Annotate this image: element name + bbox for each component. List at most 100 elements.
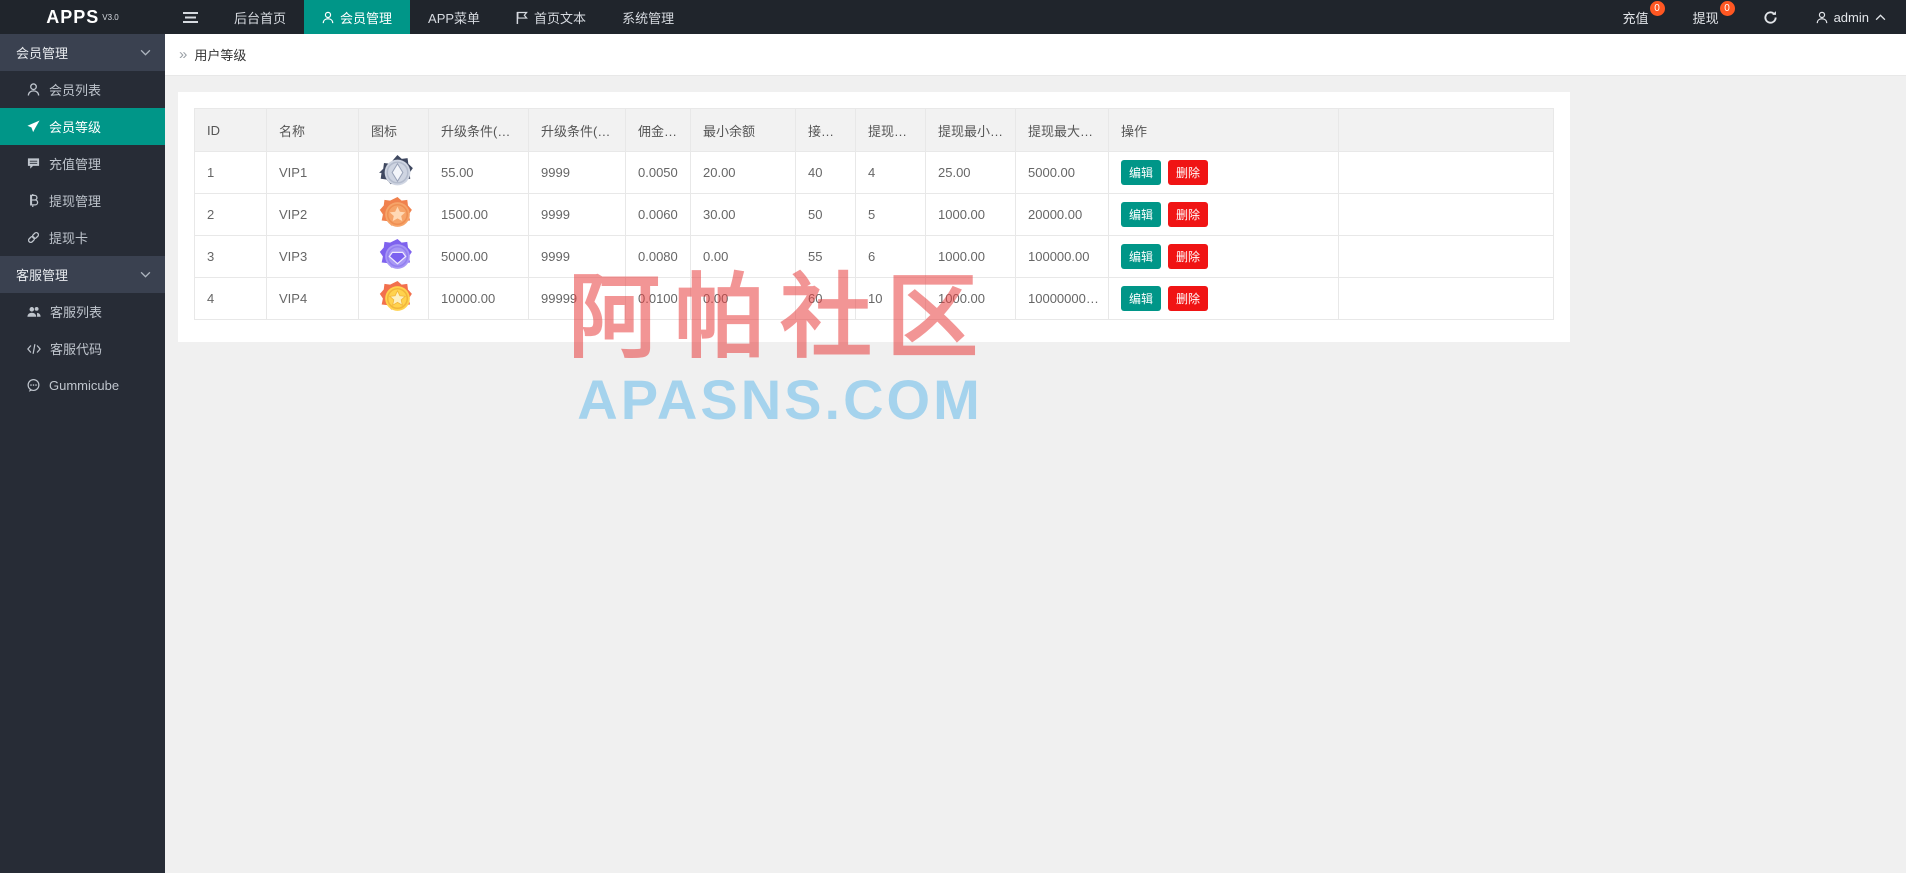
tab-label: APP菜单 xyxy=(428,10,481,26)
user-menu[interactable]: admin xyxy=(1800,0,1906,34)
edit-button[interactable]: 编辑 xyxy=(1121,202,1162,227)
cell-commission: 0.0050 xyxy=(625,151,691,194)
col-withdraw-min: 提现最小金额 xyxy=(925,108,1016,152)
cell-upgrade-balance: 10000.00 xyxy=(428,277,529,320)
cell-min-balance: 0.00 xyxy=(690,235,796,278)
tab-app-menu[interactable]: APP菜单 xyxy=(410,0,498,34)
code-icon xyxy=(27,343,41,354)
cell-upgrade-invite: 9999 xyxy=(528,151,626,194)
tab-label: 首页文本 xyxy=(534,10,587,26)
sidebar-item-label: 充值管理 xyxy=(49,157,102,172)
cell-actions: 编辑 删除 xyxy=(1108,151,1339,194)
cell-filler xyxy=(1338,193,1554,236)
member-level-table: ID 名称 图标 升级条件(余额) 升级条件(邀请) 佣金比例 最小余额 接单次… xyxy=(194,108,1554,320)
withdraw-notify-button[interactable]: 提现 0 xyxy=(1671,0,1741,34)
recharge-notify-button[interactable]: 充值 0 xyxy=(1601,0,1671,34)
cell-filler xyxy=(1338,277,1554,320)
sidebar-item-label: Gummicube xyxy=(49,378,120,393)
tab-member-management[interactable]: 会员管理 xyxy=(304,0,411,34)
cell-withdraw-min: 1000.00 xyxy=(925,193,1016,236)
sidebar-item-member-list[interactable]: 会员列表 xyxy=(0,71,165,108)
tab-dashboard[interactable]: 后台首页 xyxy=(216,0,304,34)
cell-filler xyxy=(1338,235,1554,278)
comment-dots-icon xyxy=(27,379,40,392)
cell-upgrade-invite: 9999 xyxy=(528,235,626,278)
col-commission: 佣金比例 xyxy=(625,108,691,152)
chevron-up-icon xyxy=(1875,13,1886,20)
cell-upgrade-balance: 1500.00 xyxy=(428,193,529,236)
hamburger-icon xyxy=(183,11,198,23)
cell-withdraw-max: 5000.00 xyxy=(1015,151,1109,194)
cell-name: VIP2 xyxy=(266,193,359,236)
flag-icon xyxy=(516,11,528,24)
cell-withdraw-count: 6 xyxy=(855,235,926,278)
cell-filler xyxy=(1338,151,1554,194)
cell-commission: 0.0060 xyxy=(625,193,691,236)
chevron-down-icon xyxy=(140,271,151,278)
col-upgrade-invite: 升级条件(邀请) xyxy=(528,108,626,152)
cell-order-count: 60 xyxy=(795,277,856,320)
cell-withdraw-count: 4 xyxy=(855,151,926,194)
tab-home-text[interactable]: 首页文本 xyxy=(498,0,604,34)
vip3-purple-medal-icon xyxy=(379,239,412,269)
tab-label: 系统管理 xyxy=(622,10,675,26)
delete-button[interactable]: 删除 xyxy=(1168,160,1209,185)
app-logo-text: APPS xyxy=(46,6,100,27)
cell-upgrade-invite: 9999 xyxy=(528,193,626,236)
breadcrumb: » 用户等级 xyxy=(165,34,1906,76)
cell-icon xyxy=(358,151,429,194)
sidebar-item-label: 会员等级 xyxy=(49,120,102,135)
sidebar-item-label: 提现管理 xyxy=(49,194,102,209)
sidebar-item-withdraw-card[interactable]: 提现卡 xyxy=(0,219,165,256)
cell-actions: 编辑 删除 xyxy=(1108,277,1339,320)
cell-commission: 0.0080 xyxy=(625,235,691,278)
sidebar-item-member-level[interactable]: 会员等级 xyxy=(0,108,165,145)
sidebar-toggle-button[interactable] xyxy=(165,0,216,34)
delete-button[interactable]: 删除 xyxy=(1168,286,1209,311)
col-order-count: 接单次数 xyxy=(795,108,856,152)
tab-system-management[interactable]: 系统管理 xyxy=(604,0,692,34)
cell-id: 3 xyxy=(194,235,267,278)
sidebar-item-service-code[interactable]: 客服代码 xyxy=(0,330,165,367)
page-title: 用户等级 xyxy=(194,48,247,63)
sidebar-group-label: 会员管理 xyxy=(16,46,69,61)
app-logo: APPS V3.0 xyxy=(0,0,165,34)
recharge-label: 充值 xyxy=(1622,10,1649,26)
sidebar: 会员管理 会员列表 会员等级 充值管理 提现管理 提现卡 客服管理 客服列表 客… xyxy=(0,34,165,873)
cell-id: 1 xyxy=(194,151,267,194)
col-actions: 操作 xyxy=(1108,108,1339,152)
delete-button[interactable]: 删除 xyxy=(1168,244,1209,269)
sidebar-group-member-management[interactable]: 会员管理 xyxy=(0,34,165,71)
watermark-domain-text: APASNS.COM xyxy=(577,368,983,431)
comment-icon xyxy=(27,158,40,169)
sidebar-item-label: 客服代码 xyxy=(50,342,103,357)
person-icon xyxy=(1816,11,1827,23)
delete-button[interactable]: 删除 xyxy=(1168,202,1209,227)
cell-id: 4 xyxy=(194,277,267,320)
user-icon xyxy=(27,83,40,96)
cell-min-balance: 20.00 xyxy=(690,151,796,194)
cell-withdraw-min: 1000.00 xyxy=(925,235,1016,278)
sidebar-item-service-list[interactable]: 客服列表 xyxy=(0,293,165,330)
recharge-badge: 0 xyxy=(1649,1,1665,16)
edit-button[interactable]: 编辑 xyxy=(1121,286,1162,311)
cell-withdraw-max: 100000000... xyxy=(1015,277,1109,320)
edit-button[interactable]: 编辑 xyxy=(1121,244,1162,269)
table-card: ID 名称 图标 升级条件(余额) 升级条件(邀请) 佣金比例 最小余额 接单次… xyxy=(178,92,1570,342)
cell-withdraw-max: 20000.00 xyxy=(1015,193,1109,236)
col-withdraw-count: 提现次数 xyxy=(855,108,926,152)
withdraw-badge: 0 xyxy=(1719,1,1735,16)
bitcoin-icon xyxy=(30,194,39,207)
refresh-button[interactable] xyxy=(1741,0,1800,34)
cell-upgrade-balance: 55.00 xyxy=(428,151,529,194)
cell-order-count: 55 xyxy=(795,235,856,278)
table-header-row: ID 名称 图标 升级条件(余额) 升级条件(邀请) 佣金比例 最小余额 接单次… xyxy=(194,108,1554,152)
breadcrumb-chevrons-icon: » xyxy=(179,46,188,63)
sidebar-item-recharge-management[interactable]: 充值管理 xyxy=(0,145,165,182)
sidebar-group-service-management[interactable]: 客服管理 xyxy=(0,256,165,293)
table-row: 4 VIP4 10000.00 99999 0.0100 0.00 60 10 … xyxy=(194,277,1554,320)
sidebar-item-gummicube[interactable]: Gummicube xyxy=(0,367,165,404)
sidebar-item-withdraw-management[interactable]: 提现管理 xyxy=(0,182,165,219)
link-icon xyxy=(27,231,40,244)
edit-button[interactable]: 编辑 xyxy=(1121,160,1162,185)
